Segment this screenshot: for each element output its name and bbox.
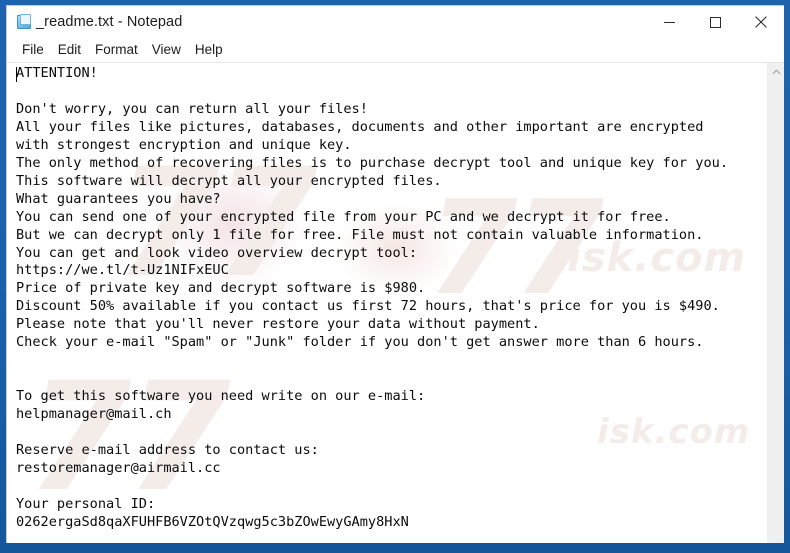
title-bar[interactable]: _readme.txt - Notepad: [7, 6, 784, 38]
window-title: _readme.txt - Notepad: [36, 14, 183, 30]
maximize-button[interactable]: [692, 6, 738, 38]
close-button[interactable]: [738, 6, 784, 38]
menu-bar: File Edit Format View Help: [7, 38, 784, 62]
desktop-backdrop: _readme.txt - Notepad File Edit Format V…: [0, 0, 790, 553]
notepad-window: _readme.txt - Notepad File Edit Format V…: [6, 5, 784, 543]
text-editor-region: 77 77 77 isk.com isk.com ATTENTION! Don'…: [7, 62, 784, 543]
menu-item-file[interactable]: File: [15, 41, 51, 59]
window-controls: [646, 6, 784, 38]
scrollbar-track[interactable]: [768, 80, 784, 526]
vertical-scrollbar[interactable]: [767, 63, 784, 543]
menu-item-view[interactable]: View: [145, 41, 188, 59]
scroll-up-button[interactable]: [768, 63, 784, 80]
maximize-icon: [709, 16, 721, 28]
title-bar-left: _readme.txt - Notepad: [7, 13, 183, 31]
notepad-document-icon: [16, 13, 33, 31]
scroll-down-button[interactable]: [768, 526, 784, 543]
ransom-note-text[interactable]: ATTENTION! Don't worry, you can return a…: [7, 63, 767, 543]
minimize-icon: [663, 21, 675, 23]
menu-item-help[interactable]: Help: [188, 41, 230, 59]
menu-item-edit[interactable]: Edit: [51, 41, 88, 59]
minimize-button[interactable]: [646, 6, 692, 38]
chevron-up-icon: [771, 68, 781, 74]
chevron-down-icon: [771, 532, 781, 538]
close-icon: [755, 16, 767, 28]
menu-item-format[interactable]: Format: [88, 41, 145, 59]
text-caret: [16, 67, 17, 82]
